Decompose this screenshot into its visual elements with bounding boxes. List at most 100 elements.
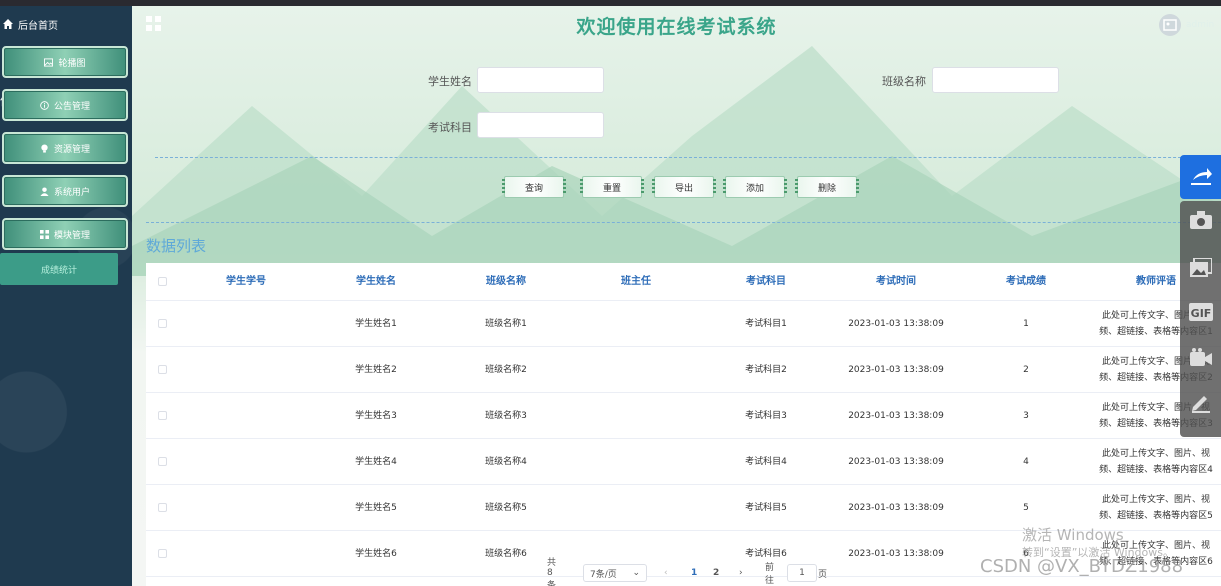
head-teacher-cell	[571, 301, 701, 346]
page-number[interactable]: 1	[691, 564, 697, 582]
subject-cell: 考试科目1	[745, 318, 787, 329]
goto-input[interactable]: 1	[787, 564, 817, 582]
column-header[interactable]: 学生学号	[181, 263, 311, 300]
divider	[146, 222, 1221, 223]
row-select-cell[interactable]	[146, 485, 178, 530]
select-all-cell[interactable]	[146, 263, 178, 300]
home-icon	[3, 19, 13, 29]
student-id-cell	[181, 393, 311, 438]
student-id-cell	[181, 439, 311, 484]
subject-cell: 考试科目2	[745, 364, 787, 375]
page-size-select[interactable]: 7条/页 ⌄	[583, 564, 647, 582]
info-icon	[40, 100, 49, 110]
table-row: 学生姓名3 班级名称3 考试科目3 2023-01-03 13:38:09 3 此处可上传…	[146, 393, 1221, 439]
student-name-cell: 学生姓名2	[355, 364, 397, 375]
row-select-cell[interactable]	[146, 393, 178, 438]
row-select-cell[interactable]	[146, 531, 178, 576]
column-header[interactable]: 班级名称	[441, 263, 571, 300]
page-number[interactable]: 2	[713, 564, 719, 582]
gif-icon[interactable]: GIF	[1188, 299, 1214, 325]
header: 欢迎使用在线考试系统 admin	[132, 6, 1221, 44]
avatar[interactable]	[1159, 14, 1181, 36]
table-header-row: 学生学号 学生姓名 班级名称 班主任 考试科目 考试时间 考试成绩 教师评语	[146, 263, 1221, 301]
score-cell: 3	[1023, 410, 1029, 421]
image-icon	[44, 57, 54, 67]
user-name[interactable]: admin	[1186, 20, 1214, 30]
select-all-checkbox[interactable]	[157, 277, 167, 286]
total-count: 共 8 条	[547, 558, 556, 586]
class-name-cell: 班级名称4	[485, 456, 527, 467]
sidebar-item-announcements[interactable]: 公告管理	[2, 89, 128, 121]
subject-cell: 考试科目4	[745, 456, 787, 467]
head-teacher-cell	[571, 347, 701, 392]
sidebar-home-label: 后台首页	[18, 20, 58, 32]
sidebar-item-system-users[interactable]: 系统用户	[2, 175, 128, 207]
pen-icon[interactable]	[1188, 389, 1214, 415]
student-id-cell	[181, 531, 311, 576]
score-cell: 4	[1023, 456, 1029, 467]
row-checkbox[interactable]	[157, 411, 167, 420]
sidebar-item-score-stats[interactable]: 成绩统计	[0, 253, 118, 285]
svg-text:GIF: GIF	[1191, 307, 1212, 320]
sidebar-item-label: 资源管理	[53, 144, 90, 155]
row-checkbox[interactable]	[157, 319, 167, 328]
avatar-image-icon	[1163, 19, 1177, 31]
column-header[interactable]: 学生姓名	[311, 263, 441, 300]
gallery-icon[interactable]	[1188, 255, 1214, 281]
comment-text: 此处可上传文字、图片、视频、超链接、表格等内容区5	[1099, 494, 1213, 521]
bulb-icon	[41, 143, 48, 153]
goto-label: 前往	[765, 563, 775, 586]
student-name-cell: 学生姓名5	[355, 502, 397, 513]
student-name-label: 学生姓名	[428, 75, 472, 88]
sidebar-item-label: 成绩统计	[40, 265, 77, 276]
query-button[interactable]: 查询	[502, 176, 566, 198]
student-name-input[interactable]	[477, 67, 604, 93]
table-row: 学生姓名1 班级名称1 考试科目1 2023-01-03 13:38:09 1 此处可上传…	[146, 301, 1221, 347]
table-row: 学生姓名4 班级名称4 考试科目4 2023-01-03 13:38:09 4 此处可上传…	[146, 439, 1221, 485]
student-id-cell	[181, 347, 311, 392]
sidebar-item-modules[interactable]: 模块管理	[2, 218, 128, 250]
row-select-cell[interactable]	[146, 347, 178, 392]
export-button[interactable]: 导出	[652, 176, 716, 198]
column-header[interactable]: 班主任	[571, 263, 701, 300]
row-checkbox[interactable]	[157, 365, 167, 374]
divider	[155, 157, 1221, 158]
exam-time-cell: 2023-01-03 13:38:09	[848, 410, 944, 421]
class-name-cell: 班级名称5	[485, 502, 527, 513]
row-checkbox[interactable]	[157, 503, 167, 512]
head-teacher-cell	[571, 393, 701, 438]
add-button[interactable]: 添加	[723, 176, 787, 198]
video-icon[interactable]	[1188, 344, 1214, 370]
row-checkbox[interactable]	[157, 549, 167, 558]
row-select-cell[interactable]	[146, 439, 178, 484]
subject-cell: 考试科目3	[745, 410, 787, 421]
next-page-button[interactable]: ›	[739, 564, 743, 582]
prev-page-button[interactable]: ‹	[664, 564, 668, 582]
row-select-cell[interactable]	[146, 301, 178, 346]
reset-button[interactable]: 重置	[580, 176, 644, 198]
sidebar-item-label: 轮播图	[58, 58, 86, 69]
windows-watermark-title: 激活 Windows	[1022, 526, 1124, 544]
table-row: 学生姓名2 班级名称2 考试科目2 2023-01-03 13:38:09 2 此处可上传…	[146, 347, 1221, 393]
column-header[interactable]: 考试时间	[831, 263, 961, 300]
share-button[interactable]	[1180, 155, 1221, 199]
column-header[interactable]: 考试成绩	[961, 263, 1091, 300]
exam-time-cell: 2023-01-03 13:38:09	[848, 456, 944, 467]
camera-icon[interactable]	[1188, 207, 1214, 233]
class-name-cell: 班级名称1	[485, 318, 527, 329]
page-unit: 页	[818, 569, 828, 580]
subject-input[interactable]	[477, 112, 604, 138]
exam-time-cell: 2023-01-03 13:38:09	[848, 318, 944, 329]
class-name-cell: 班级名称3	[485, 410, 527, 421]
student-name-cell: 学生姓名1	[355, 318, 397, 329]
class-name-input[interactable]	[932, 67, 1059, 93]
csdn-watermark: CSDN @VX_BYDZ1988	[980, 556, 1184, 577]
student-name-cell: 学生姓名4	[355, 456, 397, 467]
sidebar-item-carousel[interactable]: 轮播图	[2, 46, 128, 78]
sidebar-item-resources[interactable]: 资源管理	[2, 132, 128, 164]
column-header[interactable]: 考试科目	[701, 263, 831, 300]
row-checkbox[interactable]	[157, 457, 167, 466]
sidebar-home[interactable]: 后台首页	[0, 12, 132, 36]
student-name-cell: 学生姓名3	[355, 410, 397, 421]
delete-button[interactable]: 删除	[795, 176, 859, 198]
